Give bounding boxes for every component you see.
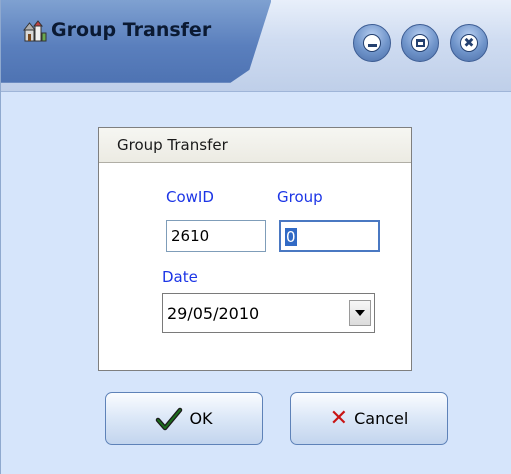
- date-dropdown-button[interactable]: [349, 300, 371, 326]
- groupbox-title: Group Transfer: [117, 136, 228, 154]
- date-value: 29/05/2010: [167, 304, 260, 323]
- ok-label: OK: [189, 409, 213, 428]
- farm-building-icon: [23, 20, 47, 42]
- group-transfer-groupbox: Group Transfer CowID Group 2610 0 Date 2…: [98, 127, 412, 371]
- minimize-button[interactable]: [353, 24, 391, 62]
- group-transfer-window: Group Transfer ✖ Group Transfer CowID Gr…: [0, 0, 511, 474]
- x-icon: ✕: [329, 405, 349, 431]
- close-icon: ✖: [460, 34, 478, 52]
- title-tab: [1, 0, 271, 83]
- cowid-field[interactable]: 2610: [166, 220, 266, 252]
- close-button[interactable]: ✖: [450, 24, 488, 62]
- cowid-value: 2610: [171, 227, 210, 245]
- window-title: Group Transfer: [51, 19, 212, 41]
- maximize-button[interactable]: [401, 24, 439, 62]
- group-value: 0: [285, 228, 297, 246]
- cancel-button[interactable]: ✕ Cancel: [290, 392, 448, 445]
- group-field[interactable]: 0: [279, 220, 380, 252]
- chevron-down-icon: [355, 310, 365, 316]
- checkmark-icon: [156, 407, 183, 430]
- maximize-icon: [411, 34, 429, 52]
- title-bar[interactable]: Group Transfer ✖: [1, 0, 511, 92]
- cowid-label: CowID: [166, 188, 214, 206]
- ok-button[interactable]: OK: [105, 392, 263, 445]
- date-picker[interactable]: 29/05/2010: [162, 293, 375, 333]
- group-label: Group: [277, 188, 323, 206]
- cancel-label: Cancel: [354, 409, 409, 428]
- groupbox-header: Group Transfer: [99, 128, 411, 163]
- minimize-icon: [363, 34, 381, 52]
- date-label: Date: [162, 268, 198, 286]
